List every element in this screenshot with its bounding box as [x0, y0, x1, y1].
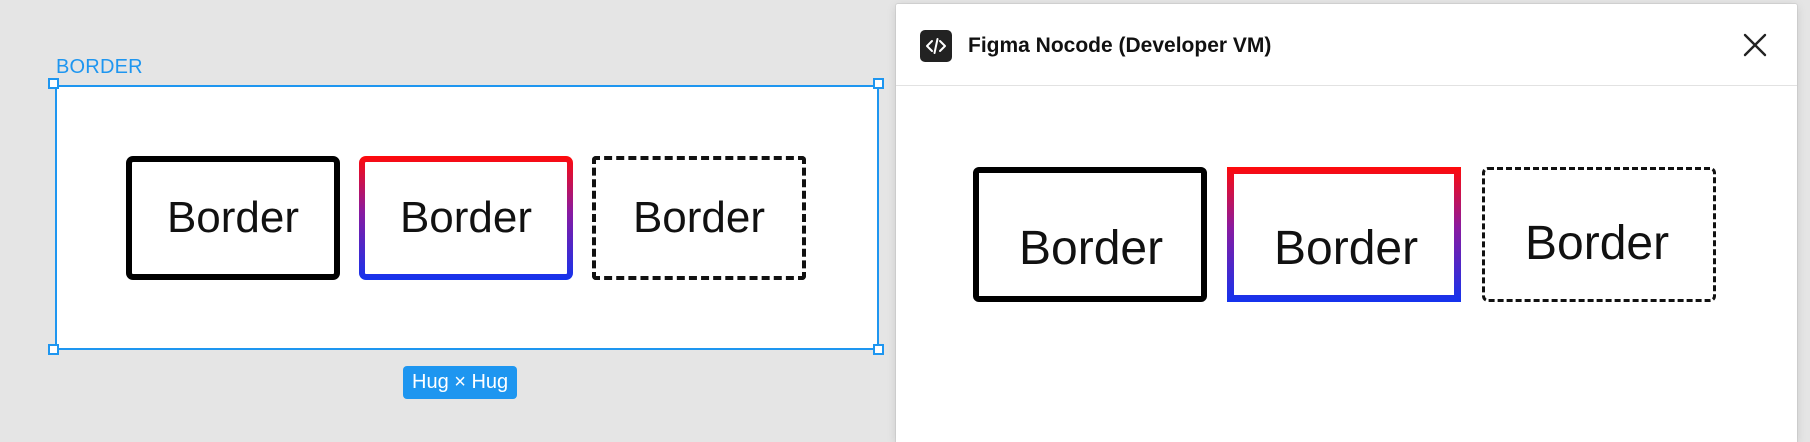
- close-icon[interactable]: [1740, 30, 1770, 60]
- preview-solid-border-box: Border: [973, 167, 1207, 302]
- resize-handle-bottom-left[interactable]: [48, 344, 59, 355]
- canvas-gradient-border-box[interactable]: Border: [359, 156, 573, 280]
- preview-dashed-border-box: Border: [1482, 167, 1716, 302]
- resize-handle-top-left[interactable]: [48, 78, 59, 89]
- plugin-panel: Figma Nocode (Developer VM) Border Borde…: [896, 4, 1797, 442]
- code-icon: [920, 30, 952, 62]
- resize-handle-top-right[interactable]: [873, 78, 884, 89]
- box-label: Border: [1019, 222, 1164, 275]
- frame-name-label[interactable]: BORDER: [56, 56, 143, 79]
- canvas-solid-border-box[interactable]: Border: [126, 156, 340, 280]
- box-label: Border: [166, 193, 300, 242]
- panel-title: Figma Nocode (Developer VM): [968, 34, 1272, 57]
- box-label: Border: [1274, 222, 1419, 275]
- panel-header: Figma Nocode (Developer VM): [896, 4, 1797, 86]
- canvas-dashed-border-box[interactable]: Border: [592, 156, 806, 280]
- box-label: Border: [399, 193, 533, 242]
- preview-gradient-border-box: Border: [1227, 167, 1461, 302]
- resize-handle-bottom-right[interactable]: [873, 344, 884, 355]
- size-badge: Hug × Hug: [403, 366, 518, 399]
- box-label: Border: [632, 193, 766, 242]
- box-label: Border: [1525, 217, 1670, 270]
